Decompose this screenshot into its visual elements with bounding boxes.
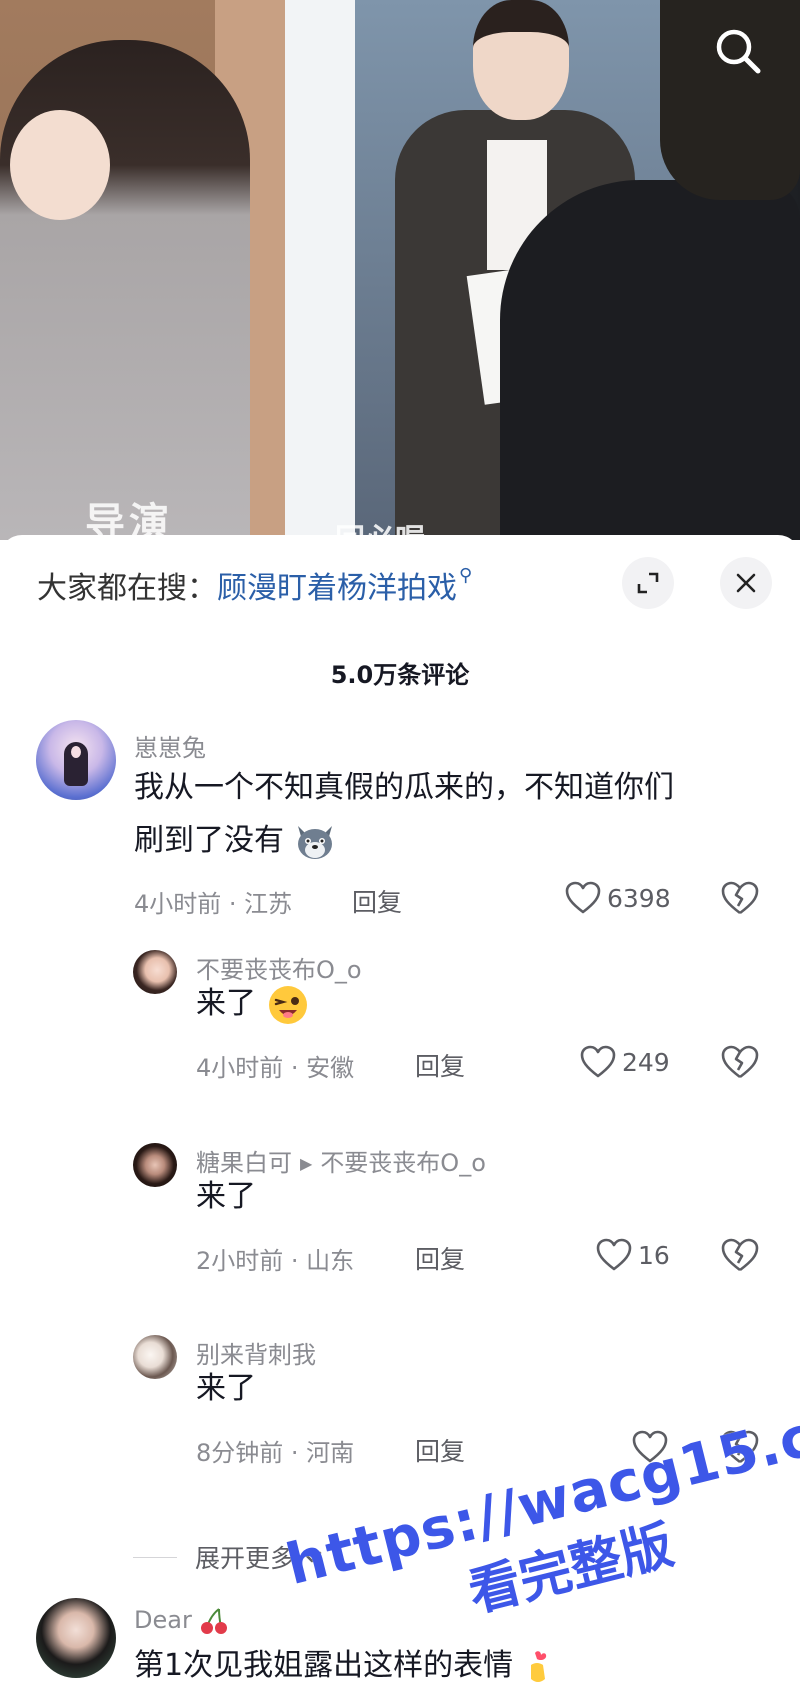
video-player[interactable]: 导演 回必喔 xyxy=(0,0,800,540)
expand-more-replies-button[interactable]: 展开更多 xyxy=(133,1539,325,1575)
reply-meta: 8分钟前 · 河南 xyxy=(196,1439,355,1467)
heart-icon xyxy=(565,881,601,914)
chevron-down-icon xyxy=(302,1551,322,1563)
broken-heart-icon[interactable] xyxy=(720,878,760,918)
reply-text: 来了 xyxy=(196,1179,256,1214)
avatar[interactable] xyxy=(133,1335,177,1379)
wink-emoji-icon xyxy=(268,985,307,1024)
comment-count: 5.0万条评论 xyxy=(330,661,470,689)
heart-icon xyxy=(632,1430,668,1463)
comment-text: 第1次见我姐露出这样的表情 xyxy=(134,1640,553,1692)
like-button[interactable] xyxy=(632,1427,674,1467)
reply-button[interactable]: 回复 xyxy=(352,883,402,919)
video-caption-director: 导演 xyxy=(85,500,173,540)
comment-username-label: Dear xyxy=(134,1606,192,1634)
reply-text: 来了 xyxy=(196,1371,256,1406)
heart-icon xyxy=(596,1238,632,1271)
like-button[interactable]: 249 xyxy=(580,1042,670,1082)
reply-to-username[interactable]: 不要丧丧布O_o xyxy=(320,1149,486,1177)
like-count: 6398 xyxy=(607,883,671,913)
avatar[interactable] xyxy=(36,720,116,800)
reply-text: 来了 xyxy=(196,978,310,1030)
comment-text-line2-label: 刷到了没有 xyxy=(134,823,284,858)
close-button[interactable] xyxy=(720,557,772,609)
comment-text-line2: 刷到了没有 xyxy=(134,815,336,867)
finger-heart-icon xyxy=(530,1650,546,1682)
comment-sheet: 大家都在搜：顾漫盯着杨洋拍戏 ⚲ 5.0万条评论 崽崽兔 我从一个不知真假的瓜来的… xyxy=(0,535,800,1698)
avatar[interactable] xyxy=(36,1598,116,1678)
reply-meta: 4小时前 · 安徽 xyxy=(196,1054,355,1082)
broken-heart-icon[interactable] xyxy=(720,1042,760,1082)
wolf-emoji-icon xyxy=(297,825,332,859)
like-button[interactable]: 16 xyxy=(596,1235,670,1275)
hot-search-bar[interactable]: 大家都在搜：顾漫盯着杨洋拍戏 ⚲ xyxy=(37,563,472,607)
reply-button[interactable]: 回复 xyxy=(415,1432,465,1468)
small-search-icon: ⚲ xyxy=(459,565,473,586)
hot-search-prefix: 大家都在搜： xyxy=(37,571,217,606)
avatar[interactable] xyxy=(133,950,177,994)
like-count: 16 xyxy=(638,1240,670,1270)
like-button[interactable]: 6398 xyxy=(565,878,671,918)
reply-meta: 2小时前 · 山东 xyxy=(196,1247,355,1275)
reply-button[interactable]: 回复 xyxy=(415,1047,465,1083)
close-icon xyxy=(736,573,756,593)
heart-icon xyxy=(580,1045,616,1078)
like-count: 249 xyxy=(622,1047,670,1077)
hot-search-query[interactable]: 顾漫盯着杨洋拍戏 xyxy=(217,571,457,606)
broken-heart-icon[interactable] xyxy=(720,1235,760,1275)
broken-heart-icon[interactable] xyxy=(720,1427,760,1467)
comment-username[interactable]: Dear xyxy=(134,1606,229,1635)
comment-text-label: 第1次见我姐露出这样的表情 xyxy=(134,1648,514,1683)
expand-icon xyxy=(637,572,659,594)
reply-text-label: 来了 xyxy=(196,986,256,1021)
video-actress xyxy=(0,40,250,540)
expand-more-label: 展开更多 xyxy=(195,1544,296,1573)
video-foreground-person xyxy=(500,180,800,540)
reply-button[interactable]: 回复 xyxy=(415,1240,465,1276)
video-background-wall xyxy=(285,0,355,540)
comment-username[interactable]: 崽崽兔 xyxy=(134,728,206,763)
avatar[interactable] xyxy=(133,1143,177,1187)
expand-button[interactable] xyxy=(622,557,674,609)
divider xyxy=(133,1556,177,1558)
comment-text: 我从一个不知真假的瓜来的，不知道你们 xyxy=(134,770,674,805)
reply-to-arrow-icon: ▶ xyxy=(300,1154,313,1173)
cherry-icon xyxy=(201,1608,228,1634)
search-icon[interactable] xyxy=(712,25,764,77)
comment-meta: 4小时前 · 江苏 xyxy=(134,890,293,918)
